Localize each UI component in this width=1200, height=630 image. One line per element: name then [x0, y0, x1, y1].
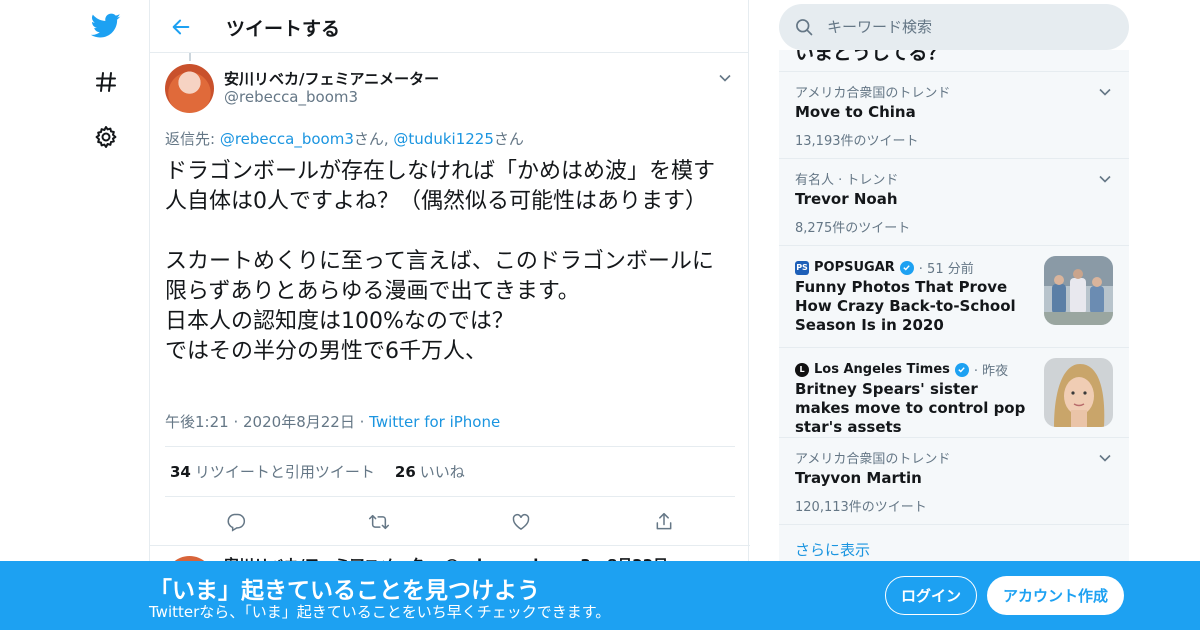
verified-badge-icon [899, 260, 914, 275]
gear-icon[interactable] [90, 121, 122, 153]
news-source-name: POPSUGAR [814, 260, 895, 275]
twitter-logo-icon[interactable] [90, 10, 122, 42]
show-more-link[interactable]: さらに表示 [795, 539, 870, 560]
tweet-stats: 34 リツイートと引用ツイート 26 いいね [165, 446, 735, 497]
reply-user-link[interactable]: @rebecca_boom3 [220, 130, 354, 148]
tweet-meta: 午後1:21 · 2020年8月22日 · Twitter for iPhone [165, 411, 500, 432]
search-input[interactable] [827, 4, 1117, 50]
chevron-down-icon[interactable] [1095, 169, 1115, 189]
trend-title: Trevor Noah [795, 190, 898, 208]
avatar[interactable] [165, 64, 214, 113]
reply-to-line: 返信先: @rebecca_boom3さん, @tuduki1225さん [165, 128, 524, 149]
back-arrow-icon[interactable] [168, 14, 194, 40]
popsugar-logo-icon: PS [795, 260, 809, 275]
meta-separator: · [359, 413, 370, 431]
tweet-text: ドラゴンボールが存在しなければ「かめはめ波」を模す人自体は0人ですよね？（偶然似… [165, 159, 716, 364]
reply-suffix: さん [493, 130, 524, 148]
news-headline: Funny Photos That Prove How Crazy Back-t… [795, 278, 1016, 334]
trend-title: Trayvon Martin [795, 469, 922, 487]
trend-context: 有名人 · トレンド [795, 173, 899, 188]
display-name[interactable]: 安川リベカ/フェミアニメーター [224, 68, 439, 89]
trends-panel: いまどうしてる？ アメリカ合衆国のトレンド Move to China 13,1… [779, 50, 1129, 570]
retweets-stat[interactable]: 34 リツイートと引用ツイート [170, 461, 375, 482]
news-item[interactable]: PS POPSUGAR · 51 分前 Funny Photos That Pr… [779, 245, 1129, 347]
thread-connector-line [189, 53, 191, 61]
trend-count: 13,193件のツイート [795, 134, 919, 149]
trend-count: 120,113件のツイート [795, 500, 927, 515]
verified-badge-icon [954, 362, 969, 377]
likes-label: いいね [419, 463, 465, 481]
share-icon[interactable] [647, 505, 681, 539]
tweet-time[interactable]: 午後1:21 [165, 413, 229, 431]
reply-user-link[interactable]: @tuduki1225 [393, 130, 493, 148]
user-handle[interactable]: @rebecca_boom3 [224, 88, 358, 106]
news-source-name: Los Angeles Times [814, 362, 950, 377]
news-headline: Britney Spears' sister makes move to con… [795, 380, 1026, 436]
trend-divider [779, 524, 1129, 525]
news-thumbnail [1044, 358, 1113, 427]
likes-stat[interactable]: 26 いいね [395, 461, 465, 482]
chevron-down-icon[interactable] [1095, 82, 1115, 102]
tweet-divider [150, 545, 750, 546]
reply-suffix: さん, [353, 130, 394, 148]
reply-prefix: 返信先: [165, 130, 220, 148]
tweet-date[interactable]: 2020年8月22日 [243, 413, 355, 431]
retweets-label: リツイートと引用ツイート [194, 463, 375, 481]
search-box [779, 4, 1129, 50]
banner-subtitle: Twitterなら、「いま」起きていることをいち早くチェックできます。 [149, 603, 611, 621]
retweet-icon[interactable] [362, 505, 396, 539]
page-header: ツイートする [150, 0, 748, 53]
trend-item[interactable]: アメリカ合衆国のトレンド Trayvon Martin 120,113件のツイー… [779, 437, 1129, 524]
login-button[interactable]: ログイン [885, 576, 977, 615]
news-source: PS POPSUGAR · 51 分前 [795, 258, 974, 277]
trend-context: アメリカ合衆国のトレンド [795, 86, 951, 101]
signup-button[interactable]: アカウント作成 [987, 576, 1124, 615]
trend-item[interactable]: 有名人 · トレンド Trevor Noah 8,275件のツイート [779, 158, 1129, 245]
chevron-down-icon[interactable] [715, 68, 735, 88]
trend-context: アメリカ合衆国のトレンド [795, 452, 951, 467]
trend-item[interactable]: アメリカ合衆国のトレンド Move to China 13,193件のツイート [779, 71, 1129, 158]
heart-icon[interactable] [504, 505, 538, 539]
meta-separator: · [233, 413, 244, 431]
search-icon [793, 16, 815, 38]
trends-title: いまどうしてる？ [795, 50, 947, 64]
news-thumbnail [1044, 256, 1113, 325]
trend-title: Move to China [795, 103, 916, 121]
news-time: · 51 分前 [918, 262, 974, 277]
los-angeles-times-logo-icon: L [795, 362, 809, 377]
news-time: · 昨夜 [973, 364, 1009, 379]
retweets-count: 34 [170, 463, 191, 481]
page-root: ツイートする 安川リベカ/フェミアニメーター @rebecca_boom3 返信… [0, 0, 1200, 630]
tweet-source-link[interactable]: Twitter for iPhone [369, 413, 500, 431]
chevron-down-icon[interactable] [1095, 448, 1115, 468]
reply-icon[interactable] [219, 505, 253, 539]
likes-count: 26 [394, 463, 416, 481]
page-title: ツイートする [226, 18, 341, 40]
banner-title: 「いま」起きていることを見つけよう [149, 578, 540, 604]
news-item[interactable]: L Los Angeles Times · 昨夜 Britney Spears'… [779, 347, 1129, 437]
news-source: L Los Angeles Times · 昨夜 [795, 360, 1008, 379]
hashtag-icon[interactable] [90, 66, 122, 98]
trend-count: 8,275件のツイート [795, 221, 911, 236]
tweet-actions [165, 505, 735, 539]
signup-banner: 「いま」起きていることを見つけよう Twitterなら、「いま」起きていることを… [0, 561, 1200, 630]
main-column: ツイートする 安川リベカ/フェミアニメーター @rebecca_boom3 返信… [149, 0, 750, 630]
